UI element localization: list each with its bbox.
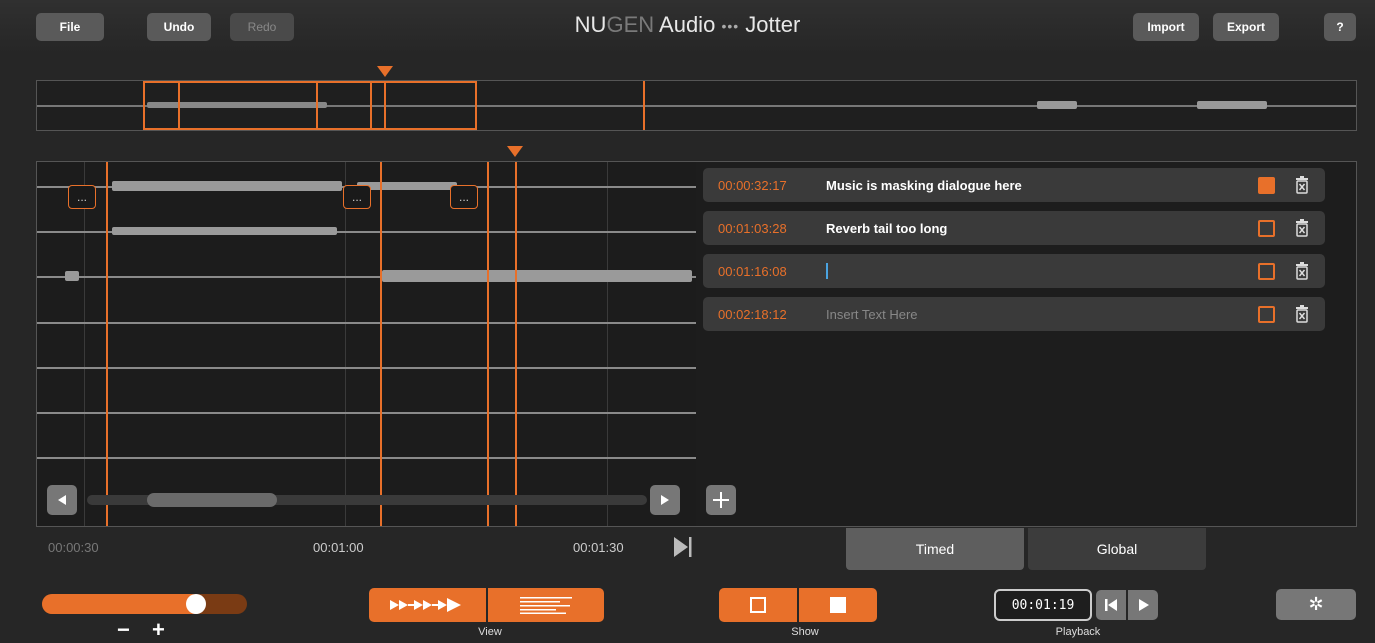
overview-wave-peak: [1037, 101, 1077, 109]
export-button[interactable]: Export: [1213, 13, 1279, 41]
tab-global[interactable]: Global: [1028, 528, 1206, 570]
note-row[interactable]: 00:02:18:12 Insert Text Here: [703, 297, 1325, 331]
playback-label: Playback: [1055, 626, 1101, 638]
gear-icon: ✲: [1308, 594, 1324, 614]
scrollbar-thumb[interactable]: [147, 493, 277, 507]
note-marker[interactable]: ...: [450, 185, 478, 209]
time-label: 00:00:30: [48, 540, 99, 555]
trash-icon[interactable]: [1295, 176, 1309, 194]
note-row[interactable]: 00:01:03:28 Reverb tail too long: [703, 211, 1325, 245]
waveform-track: [37, 322, 696, 324]
scroll-left-button[interactable]: [47, 485, 77, 515]
note-row[interactable]: 00:01:16:08: [703, 254, 1325, 288]
brand-nu: NU: [574, 12, 607, 37]
waveform-track: [37, 412, 696, 414]
time-label: 00:01:00: [313, 540, 364, 555]
skip-back-icon: [1105, 599, 1117, 611]
empty-square-icon: [750, 597, 766, 613]
note-text[interactable]: Music is masking dialogue here: [826, 178, 1022, 193]
overview-note-line: [643, 81, 645, 130]
waveform-area[interactable]: ... ... ...: [37, 162, 696, 526]
grid-line: [607, 162, 608, 526]
grid-line: [84, 162, 85, 526]
import-button[interactable]: Import: [1133, 13, 1199, 41]
left-arrow-icon: [58, 495, 66, 505]
time-label: 00:01:30: [573, 540, 624, 555]
overview-visible-range[interactable]: [143, 81, 477, 130]
brand-audio: Audio: [654, 12, 716, 37]
zoom-out-button[interactable]: −: [117, 618, 130, 642]
return-to-start-button[interactable]: [1096, 590, 1126, 620]
tab-timed[interactable]: Timed: [846, 528, 1024, 570]
trash-icon[interactable]: [1295, 262, 1309, 280]
main-panel: ... ... ... 00:00:32:17 Music is masking…: [36, 161, 1357, 527]
show-label: Show: [791, 626, 819, 638]
view-list-button[interactable]: [488, 588, 604, 622]
overview-playhead-line: [384, 81, 386, 130]
note-checkbox[interactable]: [1258, 220, 1275, 237]
note-line: [380, 162, 382, 526]
text-cursor: [826, 263, 828, 279]
top-bar: File Undo Redo NUGEN Audio ••• Jotter Im…: [0, 0, 1375, 54]
overview-note-line: [316, 81, 318, 130]
overview-note-line: [178, 81, 180, 130]
playhead-marker[interactable]: [507, 146, 523, 157]
horizontal-scrollbar[interactable]: [47, 485, 687, 515]
overview-waveform[interactable]: [36, 80, 1357, 131]
grid-line: [345, 162, 346, 526]
waveform-peak: [357, 182, 457, 190]
note-timecode[interactable]: 00:01:16:08: [718, 264, 787, 279]
right-arrow-icon: [661, 495, 669, 505]
notes-list: 00:00:32:17 Music is masking dialogue he…: [703, 168, 1325, 340]
note-line: [487, 162, 489, 526]
waveform-peak: [112, 227, 337, 235]
note-timecode[interactable]: 00:01:03:28: [718, 221, 787, 236]
note-timecode[interactable]: 00:00:32:17: [718, 178, 787, 193]
show-checked-button[interactable]: [799, 588, 877, 622]
waveform-peak: [65, 271, 79, 281]
zoom-slider-knob[interactable]: [186, 594, 206, 614]
zoom-slider[interactable]: [42, 594, 247, 614]
show-unchecked-button[interactable]: [719, 588, 797, 622]
view-label: View: [478, 626, 502, 638]
view-waveform-button[interactable]: [369, 588, 486, 622]
waveform-view-icon: [389, 598, 461, 612]
filled-square-icon: [830, 597, 846, 613]
note-checkbox[interactable]: [1258, 177, 1275, 194]
waveform-track: [37, 457, 696, 459]
plus-icon: [713, 492, 729, 508]
play-icon: [1139, 599, 1149, 611]
overview-note-line: [370, 81, 372, 130]
zoom-slider-fill: [42, 594, 202, 614]
playhead-line: [515, 162, 517, 526]
help-button[interactable]: ?: [1324, 13, 1356, 41]
play-button[interactable]: [1128, 590, 1158, 620]
note-row[interactable]: 00:00:32:17 Music is masking dialogue he…: [703, 168, 1325, 202]
waveform-track: [37, 367, 696, 369]
note-marker[interactable]: ...: [68, 185, 96, 209]
overview-wave-peak: [1197, 101, 1267, 109]
waveform-peak: [382, 270, 692, 282]
note-timecode[interactable]: 00:02:18:12: [718, 307, 787, 322]
scroll-right-button[interactable]: [650, 485, 680, 515]
note-checkbox[interactable]: [1258, 263, 1275, 280]
add-note-button[interactable]: [706, 485, 736, 515]
note-checkbox[interactable]: [1258, 306, 1275, 323]
note-marker[interactable]: ...: [343, 185, 371, 209]
list-view-icon: [520, 597, 572, 614]
app-name: Jotter: [745, 12, 801, 37]
zoom-in-button[interactable]: +: [152, 618, 165, 642]
note-text[interactable]: Reverb tail too long: [826, 221, 947, 236]
jump-to-end-icon[interactable]: [672, 535, 694, 559]
note-text-placeholder[interactable]: Insert Text Here: [826, 307, 918, 322]
brand-gen: GEN: [606, 12, 655, 37]
trash-icon[interactable]: [1295, 305, 1309, 323]
playback-time-display[interactable]: 00:01:19: [994, 589, 1092, 621]
settings-button[interactable]: ✲: [1276, 589, 1356, 620]
overview-playhead-marker[interactable]: [377, 66, 393, 77]
title-separator: •••: [721, 18, 740, 35]
note-line: [106, 162, 108, 526]
waveform-peak: [112, 181, 342, 191]
trash-icon[interactable]: [1295, 219, 1309, 237]
